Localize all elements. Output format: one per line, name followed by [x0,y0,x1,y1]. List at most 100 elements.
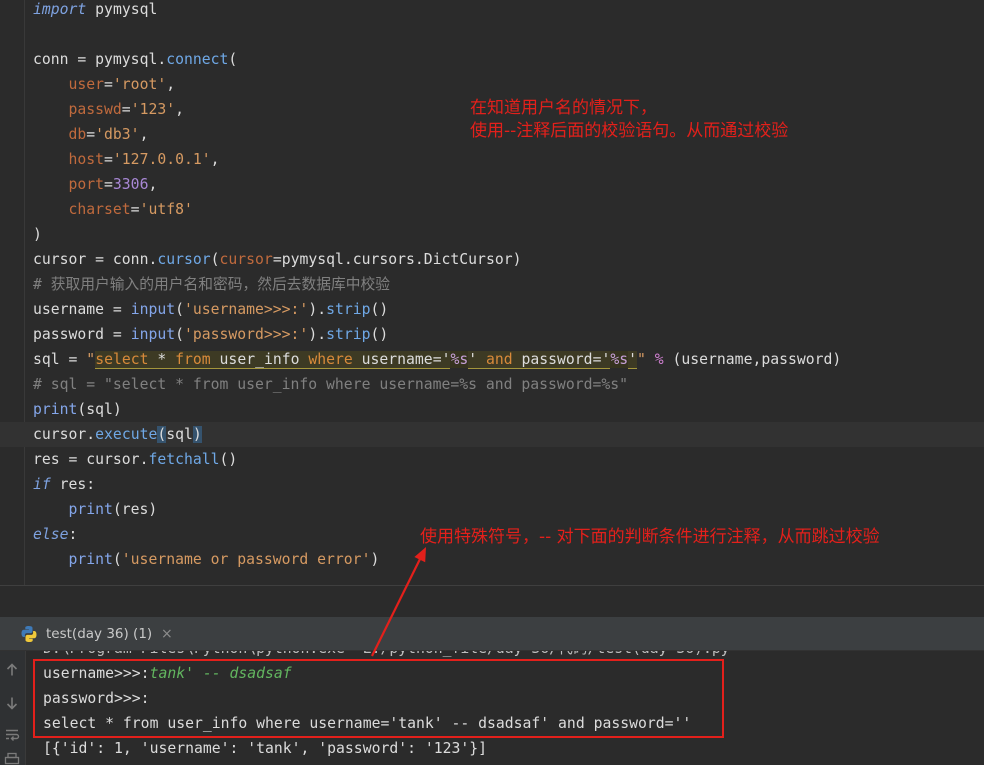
annotation-top-line1: 在知道用户名的情况下， [470,98,657,118]
code-token: = [121,101,131,118]
sql-keyword: select [95,351,149,369]
code-token: fetchall [148,451,220,468]
code-token: () [370,301,389,318]
code-token: res = cursor. [33,451,149,468]
code-line[interactable]: charset='utf8' [33,197,841,222]
code-line[interactable]: user='root', [33,72,841,97]
code-line[interactable]: # 获取用户输入的用户名和密码，然后去数据库中校验 [33,272,841,297]
code-token: strip [326,301,371,318]
code-token: cursor [157,251,211,268]
sql-keyword: where [308,351,353,369]
code-token: = [104,176,113,193]
code-token: = [104,151,113,168]
code-token: : [68,526,78,543]
code-token: , [166,76,176,93]
code-token: () [219,451,238,468]
code-line[interactable]: host='127.0.0.1', [33,147,841,172]
code-token: print [68,551,113,568]
code-line[interactable]: sql = "select * from user_info where use… [33,347,841,372]
annotation-bottom: 使用特殊符号，-- 对下面的判断条件进行注释，从而跳过校验 [420,527,880,547]
code-token: , [175,101,184,118]
sql-keyword: from [175,351,211,369]
code-token: % [654,351,664,368]
code-token: username = [33,301,131,318]
print-icon[interactable] [4,752,20,765]
code-line[interactable]: port=3306, [33,172,841,197]
code-line[interactable]: print('username or password error') [33,547,841,572]
result-line: [{'id': 1, 'username': 'tank', 'password… [43,739,488,757]
code-token: cursor = conn. [33,251,158,268]
sql-text: ' [628,351,637,369]
code-line[interactable]: print(res) [33,497,841,522]
code-line[interactable]: print(sql) [33,397,841,422]
code-lines[interactable]: import pymysql conn = pymysql.connect( u… [33,0,841,572]
code-comment: # sql = "select * from user_info where u… [33,376,628,393]
code-line[interactable]: if res: [33,472,841,497]
code-token: , [148,176,158,193]
code-token: port [68,176,105,193]
run-tab-bar: test(day 36) (1) × [0,617,984,651]
code-token: user [68,76,105,93]
code-line[interactable]: password = input('password>>>:').strip() [33,322,841,347]
code-token: print [33,401,78,418]
down-arrow-icon[interactable] [4,695,20,711]
code-token: (res) [112,501,158,518]
code-line[interactable]: passwd='123', [33,97,841,122]
code-line[interactable]: conn = pymysql.connect( [33,47,841,72]
code-token: strip [326,326,371,343]
code-line[interactable]: import pymysql [33,0,841,22]
ide-window: import pymysql conn = pymysql.connect( u… [0,0,984,765]
code-line[interactable]: username = input('username>>>:').strip() [33,297,841,322]
code-token: passwd [68,101,122,118]
format-placeholder: %s [610,351,629,368]
code-token: cursor [219,251,273,268]
code-token: print [68,501,113,518]
code-token: ( [175,326,184,343]
code-token: = [130,201,140,218]
python-icon [20,625,38,643]
code-token: 'root' [112,76,167,93]
code-token: = [104,76,113,93]
code-token: " [86,351,96,368]
code-token: ( [210,251,220,268]
code-line-current[interactable]: cursor.execute(sql) [33,422,841,447]
code-token: conn = pymysql. [33,51,167,68]
code-token: ). [308,326,327,343]
up-arrow-icon[interactable] [4,662,20,678]
code-line[interactable]: # sql = "select * from user_info where u… [33,372,841,397]
code-token: '127.0.0.1' [112,151,211,168]
code-token: pymysql [86,1,158,18]
panel-gap [0,586,984,617]
sql-text: ' [468,351,486,369]
close-icon[interactable]: × [161,625,173,643]
code-token: ( [112,551,122,568]
code-token: (username,password) [663,351,842,368]
code-token: connect [166,51,229,68]
code-line[interactable]: ) [33,222,841,247]
code-token: execute [95,426,158,443]
code-token: =pymysql.cursors.DictCursor) [272,251,522,268]
code-token: = [86,126,96,143]
sql-keyword: and [485,351,513,369]
sql-text: user_info [210,351,309,369]
matched-brace: ( [157,426,167,443]
code-token: 'password>>>:' [183,326,309,343]
run-toolbar [0,651,26,765]
code-token: , [139,126,149,143]
code-token: db [68,126,87,143]
code-token: res: [50,476,96,493]
soft-wrap-icon[interactable] [4,727,20,743]
code-line[interactable]: res = cursor.fetchall() [33,447,841,472]
sql-text: username=' [352,351,451,369]
code-editor[interactable]: import pymysql conn = pymysql.connect( u… [0,0,984,585]
code-token: () [370,326,389,343]
code-line[interactable]: cursor = conn.cursor(cursor=pymysql.curs… [33,247,841,272]
code-token: , [210,151,220,168]
code-token: sql = [33,351,87,368]
code-token: 'username>>>:' [183,301,309,318]
sql-text: password=' [512,351,611,369]
tab-run-test[interactable]: test(day 36) (1) × [0,617,185,650]
code-token: if [33,476,51,493]
code-line[interactable] [33,22,841,47]
annotation-top-line2: 使用--注释后面的校验语句。从而通过校验 [470,121,789,141]
